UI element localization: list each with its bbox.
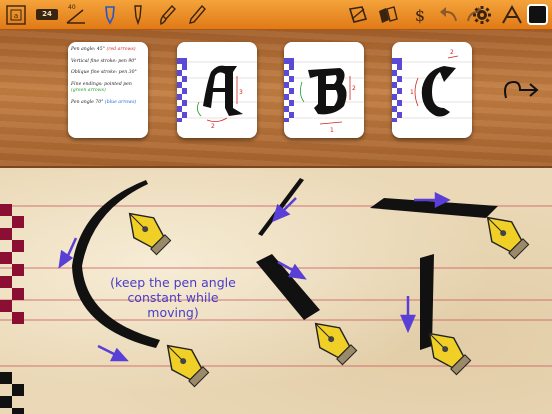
letter-card-c[interactable]: 2 1 <box>392 42 472 138</box>
pen-angle-value: 40 <box>68 4 76 11</box>
letter-c-glyph: 2 1 <box>402 49 472 119</box>
instruction-line: Vertical fine stroke: pen 90° <box>71 58 137 64</box>
instruction-note: (green arrows) <box>71 88 106 93</box>
gear-icon[interactable] <box>472 3 496 27</box>
instruction-line: Pen angle: 45° (red arrows) <box>71 47 136 52</box>
nib-width-value[interactable]: 24 <box>36 9 58 20</box>
color-swatch[interactable] <box>527 4 548 25</box>
writing-canvas[interactable] <box>0 170 552 414</box>
dollar-icon[interactable]: $ <box>408 3 432 27</box>
instruction-line: Oblique fine stroke: pen 30° <box>71 70 137 75</box>
letter-a-glyph: 3 2 <box>187 61 257 130</box>
letter-card-b[interactable]: 2 1 <box>284 42 364 138</box>
canvas-drawing <box>0 178 552 414</box>
next-lesson-arrow-icon[interactable] <box>500 76 540 104</box>
letter-card-a[interactable]: 3 2 <box>177 42 257 138</box>
svg-text:$: $ <box>415 6 425 25</box>
svg-text:2: 2 <box>211 123 215 130</box>
pen-icon[interactable] <box>98 3 122 27</box>
svg-text:2: 2 <box>352 85 356 92</box>
instruction-hint: (keep the pen angle constant while movin… <box>110 275 236 320</box>
letter-b-glyph: 2 1 <box>294 61 364 134</box>
fonts-icon[interactable] <box>500 3 524 27</box>
instructions-card[interactable]: Pen angle: 45° (red arrows) Vertical fin… <box>68 42 148 138</box>
toolbar: a 24 40 $ <box>0 0 552 30</box>
svg-text:a: a <box>14 12 18 20</box>
undo-icon[interactable] <box>436 3 460 27</box>
svg-text:1: 1 <box>410 89 414 96</box>
nib-pen-icon[interactable] <box>126 3 150 27</box>
pencil-icon[interactable] <box>186 3 210 27</box>
grid-icon[interactable]: a <box>4 3 28 27</box>
brush-icon[interactable] <box>156 3 180 27</box>
svg-text:2: 2 <box>450 49 454 56</box>
instruction-line: Pen angle 70° (blue arrows) <box>71 99 137 105</box>
svg-text:3: 3 <box>239 89 243 96</box>
crop-icon[interactable] <box>346 3 370 27</box>
templates-icon[interactable] <box>376 3 400 27</box>
svg-text:1: 1 <box>330 127 334 134</box>
instruction-line: Fine endings: pointed pen <box>71 81 132 87</box>
